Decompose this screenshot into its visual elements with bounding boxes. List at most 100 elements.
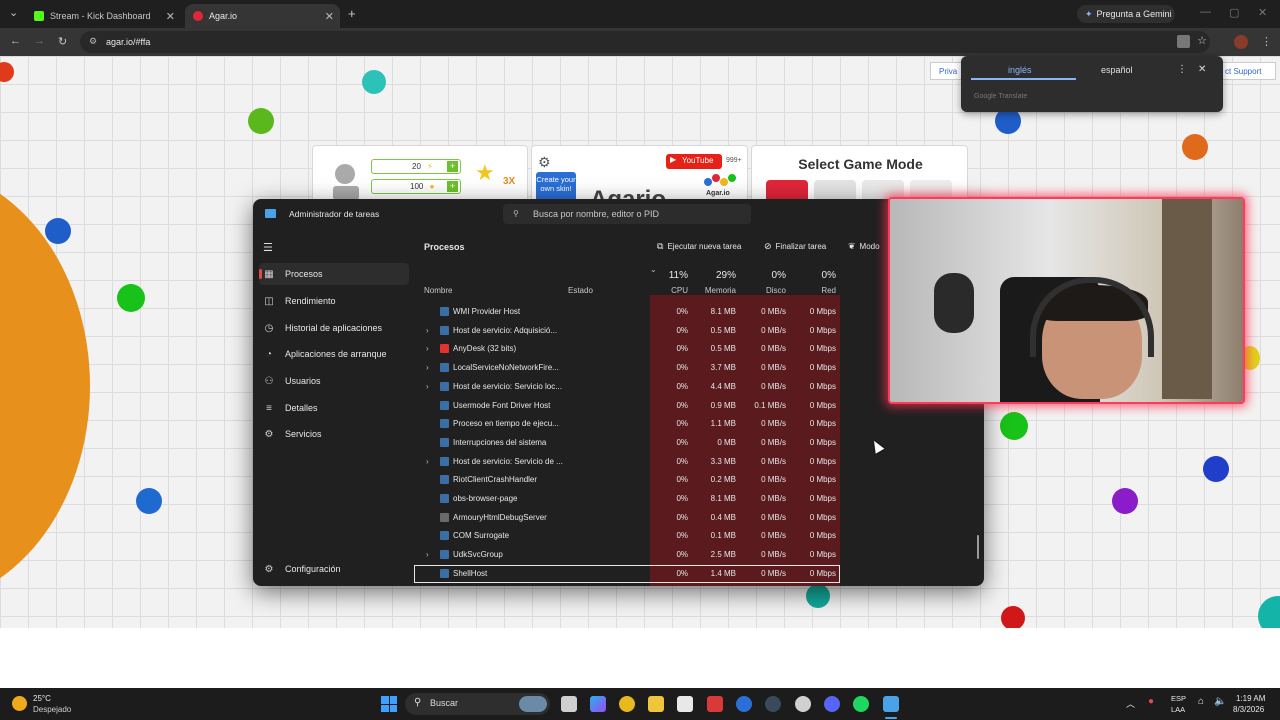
nav-servicios[interactable]: ⚙ Servicios: [259, 423, 409, 445]
copilot-icon[interactable]: [590, 696, 606, 712]
tab-list-chevron-icon[interactable]: ⌄: [9, 6, 18, 19]
translate-icon[interactable]: [1177, 35, 1190, 48]
forward-arrow-icon[interactable]: →: [34, 35, 45, 47]
agario-social-icon[interactable]: [704, 174, 738, 188]
process-row[interactable]: COM Surrogate 0% 0.1 MB 0 MB/s 0 Mbps: [414, 527, 840, 546]
clock-date[interactable]: 8/3/2026: [1233, 705, 1264, 714]
process-row[interactable]: › Host de servicio: Servicio de ... 0% 3.3 …: [414, 453, 840, 472]
clock-time[interactable]: 1:19 AM: [1236, 694, 1265, 703]
nav-detalles[interactable]: ≡ Detalles: [259, 397, 409, 419]
new-tab-button[interactable]: +: [348, 6, 356, 21]
process-row[interactable]: WMI Provider Host 0% 8.1 MB 0 MB/s 0 Mbps: [414, 303, 840, 322]
process-row[interactable]: obs-browser-page 0% 8.1 MB 0 MB/s 0 Mbps: [414, 490, 840, 509]
volume-icon[interactable]: 🔈: [1214, 696, 1226, 707]
reload-icon[interactable]: ↻: [58, 35, 67, 48]
process-row[interactable]: RiotClientCrashHandler 0% 0.2 MB 0 MB/s 0 Mb…: [414, 471, 840, 490]
hamburger-menu-icon[interactable]: ☰: [263, 241, 273, 254]
nav-rendimiento[interactable]: ◫ Rendimiento: [259, 290, 409, 312]
nav-configuracion[interactable]: ⚙ Configuración: [259, 558, 409, 580]
add-coins-button[interactable]: +: [447, 161, 458, 172]
nav-arranque[interactable]: ◔ Aplicaciones de arranque: [259, 343, 409, 365]
microphone-icon[interactable]: ●: [1148, 696, 1154, 707]
run-new-task-button[interactable]: ⧉ Ejecutar nueva tarea: [657, 241, 741, 252]
add-gold-button[interactable]: +: [447, 181, 458, 192]
close-tab-icon[interactable]: ✕: [325, 10, 334, 23]
expand-chevron-icon[interactable]: ›: [426, 363, 429, 372]
skype-icon[interactable]: [736, 696, 752, 712]
column-header-name[interactable]: Nombre: [424, 286, 452, 295]
taskbar-search[interactable]: ⚲ Buscar: [405, 693, 550, 715]
process-row[interactable]: › UdkSvcGroup 0% 2.5 MB 0 MB/s 0 Mbps: [414, 546, 840, 565]
process-search-input[interactable]: Busca por nombre, editor o PID: [503, 204, 751, 224]
youtube-button[interactable]: ▶ YouTube: [666, 154, 722, 169]
process-row[interactable]: Interrupciones del sistema 0% 0 MB 0 MB/s 0 …: [414, 434, 840, 453]
back-arrow-icon[interactable]: ←: [10, 35, 21, 47]
column-header-status[interactable]: Estado: [568, 286, 593, 295]
minimize-icon[interactable]: —: [1200, 6, 1211, 18]
settings-gear-icon[interactable]: ⚙: [538, 154, 551, 171]
site-info-icon[interactable]: ⚙: [89, 36, 97, 47]
nav-usuarios[interactable]: ⚇ Usuarios: [259, 370, 409, 392]
process-row[interactable]: ShellHost 0% 1.4 MB 0 MB/s 0 Mbps: [414, 564, 840, 584]
chrome-icon[interactable]: [619, 696, 635, 712]
obs-icon[interactable]: [795, 696, 811, 712]
photos-icon[interactable]: [677, 696, 693, 712]
network-icon[interactable]: ⌂: [1198, 696, 1204, 707]
column-header-disk[interactable]: Disco: [740, 286, 786, 295]
tab-kick-dashboard[interactable]: Stream - Kick Dashboard ✕: [26, 4, 181, 28]
column-header-memory[interactable]: Memoria: [690, 286, 736, 295]
discord-icon[interactable]: [824, 696, 840, 712]
avatar[interactable]: [335, 164, 355, 184]
profile-avatar[interactable]: [1234, 35, 1248, 49]
search-highlight-icon: [519, 696, 547, 712]
weather-desc[interactable]: Despejado: [33, 705, 71, 714]
expand-chevron-icon[interactable]: ›: [426, 326, 429, 335]
address-bar[interactable]: ⚙ agar.io/#ffa ☆: [80, 31, 1210, 53]
steam-icon[interactable]: [765, 696, 781, 712]
lang-line2[interactable]: LAA: [1171, 705, 1185, 714]
process-row[interactable]: › Host de servicio: Servicio loc... 0% 4.4 …: [414, 378, 840, 397]
expand-chevron-icon[interactable]: ›: [426, 382, 429, 391]
start-button[interactable]: [381, 696, 397, 712]
weather-temp[interactable]: 25°C: [33, 694, 51, 703]
close-tab-icon[interactable]: ✕: [166, 10, 175, 23]
process-row[interactable]: Usermode Font Driver Host 0% 0.9 MB 0.1 MB/…: [414, 397, 840, 416]
spotify-icon[interactable]: [853, 696, 869, 712]
efficiency-mode-button[interactable]: ❦ Modo: [848, 241, 880, 252]
close-icon[interactable]: ✕: [1198, 64, 1206, 75]
task-manager-taskbar-icon[interactable]: [883, 696, 899, 712]
process-row[interactable]: › AnyDesk (32 bits) 0% 0.5 MB 0 MB/s 0 Mbps: [414, 340, 840, 359]
maximize-icon[interactable]: ▢: [1229, 6, 1239, 19]
expand-chevron-icon[interactable]: ›: [426, 550, 429, 559]
translate-menu-icon[interactable]: ⋮: [1177, 64, 1187, 75]
tab-lang-spanish[interactable]: español: [1101, 65, 1133, 75]
task-view-icon[interactable]: [561, 696, 577, 712]
expand-chevron-icon[interactable]: ›: [426, 344, 429, 353]
column-header-network[interactable]: Red: [790, 286, 836, 295]
show-hidden-icons-chevron[interactable]: ︿: [1126, 697, 1135, 710]
file-explorer-icon[interactable]: [648, 696, 664, 712]
vertical-scrollbar[interactable]: [977, 535, 979, 559]
nav-historial[interactable]: ◷ Historial de aplicaciones: [259, 317, 409, 339]
bookmark-star-icon[interactable]: ☆: [1197, 34, 1207, 47]
process-row[interactable]: › Host de servicio: Adquisició... 0% 0.5 MB…: [414, 322, 840, 341]
app-icon-red[interactable]: [707, 696, 723, 712]
tab-agario[interactable]: Agar.io ✕: [185, 4, 340, 28]
end-task-button[interactable]: ⊘ Finalizar tarea: [764, 241, 826, 252]
process-network: 0 Mbps: [809, 512, 836, 522]
privacy-link[interactable]: Priva: [930, 62, 962, 80]
nav-procesos[interactable]: ▦ Procesos: [259, 263, 409, 285]
tab-lang-english[interactable]: inglés: [1008, 65, 1032, 75]
more-menu-icon[interactable]: ⋮: [1261, 35, 1272, 48]
expand-chevron-icon[interactable]: ›: [426, 457, 429, 466]
close-window-icon[interactable]: ✕: [1258, 6, 1267, 19]
lang-line1[interactable]: ESP: [1171, 694, 1186, 703]
column-header-cpu[interactable]: CPU: [644, 286, 688, 295]
process-disk: 0 MB/s: [761, 419, 786, 429]
process-row[interactable]: › LocalServiceNoNetworkFire... 0% 3.7 MB 0 M…: [414, 359, 840, 378]
process-row[interactable]: ArmouryHtmlDebugServer 0% 0.4 MB 0 MB/s 0 Mb…: [414, 509, 840, 528]
process-row[interactable]: Proceso en tiempo de ejecu... 0% 1.1 MB 0 M…: [414, 415, 840, 434]
contact-support-link[interactable]: ct Support: [1220, 62, 1276, 80]
gemini-button[interactable]: ✦ Pregunta a Gemini: [1077, 5, 1175, 23]
xp-bonus-icon[interactable]: ★: [475, 160, 495, 186]
